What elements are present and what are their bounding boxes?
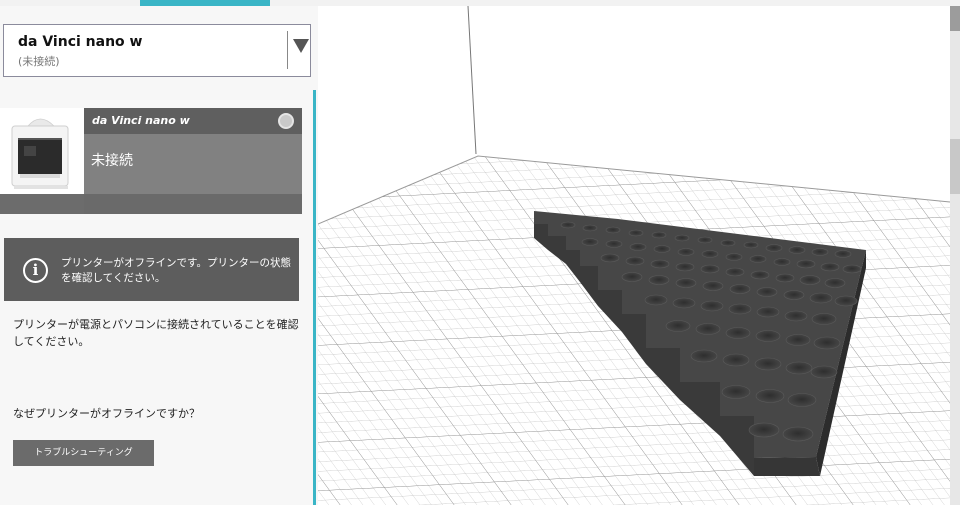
offline-alert-message: プリンターがオフラインです。プリンターの状態を確認してください。	[61, 257, 291, 284]
viewport-scrollbar[interactable]	[950, 6, 960, 505]
build-plate-scene	[318, 6, 950, 505]
printer-dropdown-name: da Vinci nano w	[18, 34, 143, 50]
why-offline-link[interactable]: なぜプリンターがオフラインですか？	[13, 405, 200, 421]
printer-thumbnail	[0, 108, 84, 194]
printer-dropdown-status: (未接続)	[18, 55, 60, 68]
card-body: 未接続	[84, 134, 302, 194]
card-header: da Vinci nano w	[84, 108, 302, 134]
dropdown-divider	[287, 31, 288, 69]
card-footer	[84, 194, 302, 214]
scene-axis-line	[467, 6, 477, 155]
offline-alert: i プリンターがオフラインです。プリンターの状態を確認してください。	[4, 238, 299, 301]
3d-viewport[interactable]	[318, 6, 950, 505]
help-text: プリンターが電源とパソコンに接続されていることを確認してください。	[13, 318, 299, 348]
printer-card[interactable]: da Vinci nano w 未接続	[0, 108, 302, 214]
viewport-scrollbar-thumb[interactable]	[950, 6, 960, 31]
printer-image	[11, 118, 69, 189]
panel-scrollbar[interactable]	[313, 90, 316, 505]
viewport-scrollbar-marker	[950, 139, 960, 194]
status-dot-icon	[278, 113, 294, 129]
printer-dropdown[interactable]: da Vinci nano w (未接続)	[3, 24, 311, 77]
troubleshoot-button[interactable]: トラブルシューティング	[13, 440, 154, 466]
card-connection-state: 未接続	[91, 153, 133, 169]
card-thumb-footer	[0, 194, 84, 214]
info-icon: i	[23, 258, 48, 283]
dropdown-caret-icon[interactable]	[293, 39, 309, 53]
card-printer-name: da Vinci nano w	[92, 114, 190, 127]
